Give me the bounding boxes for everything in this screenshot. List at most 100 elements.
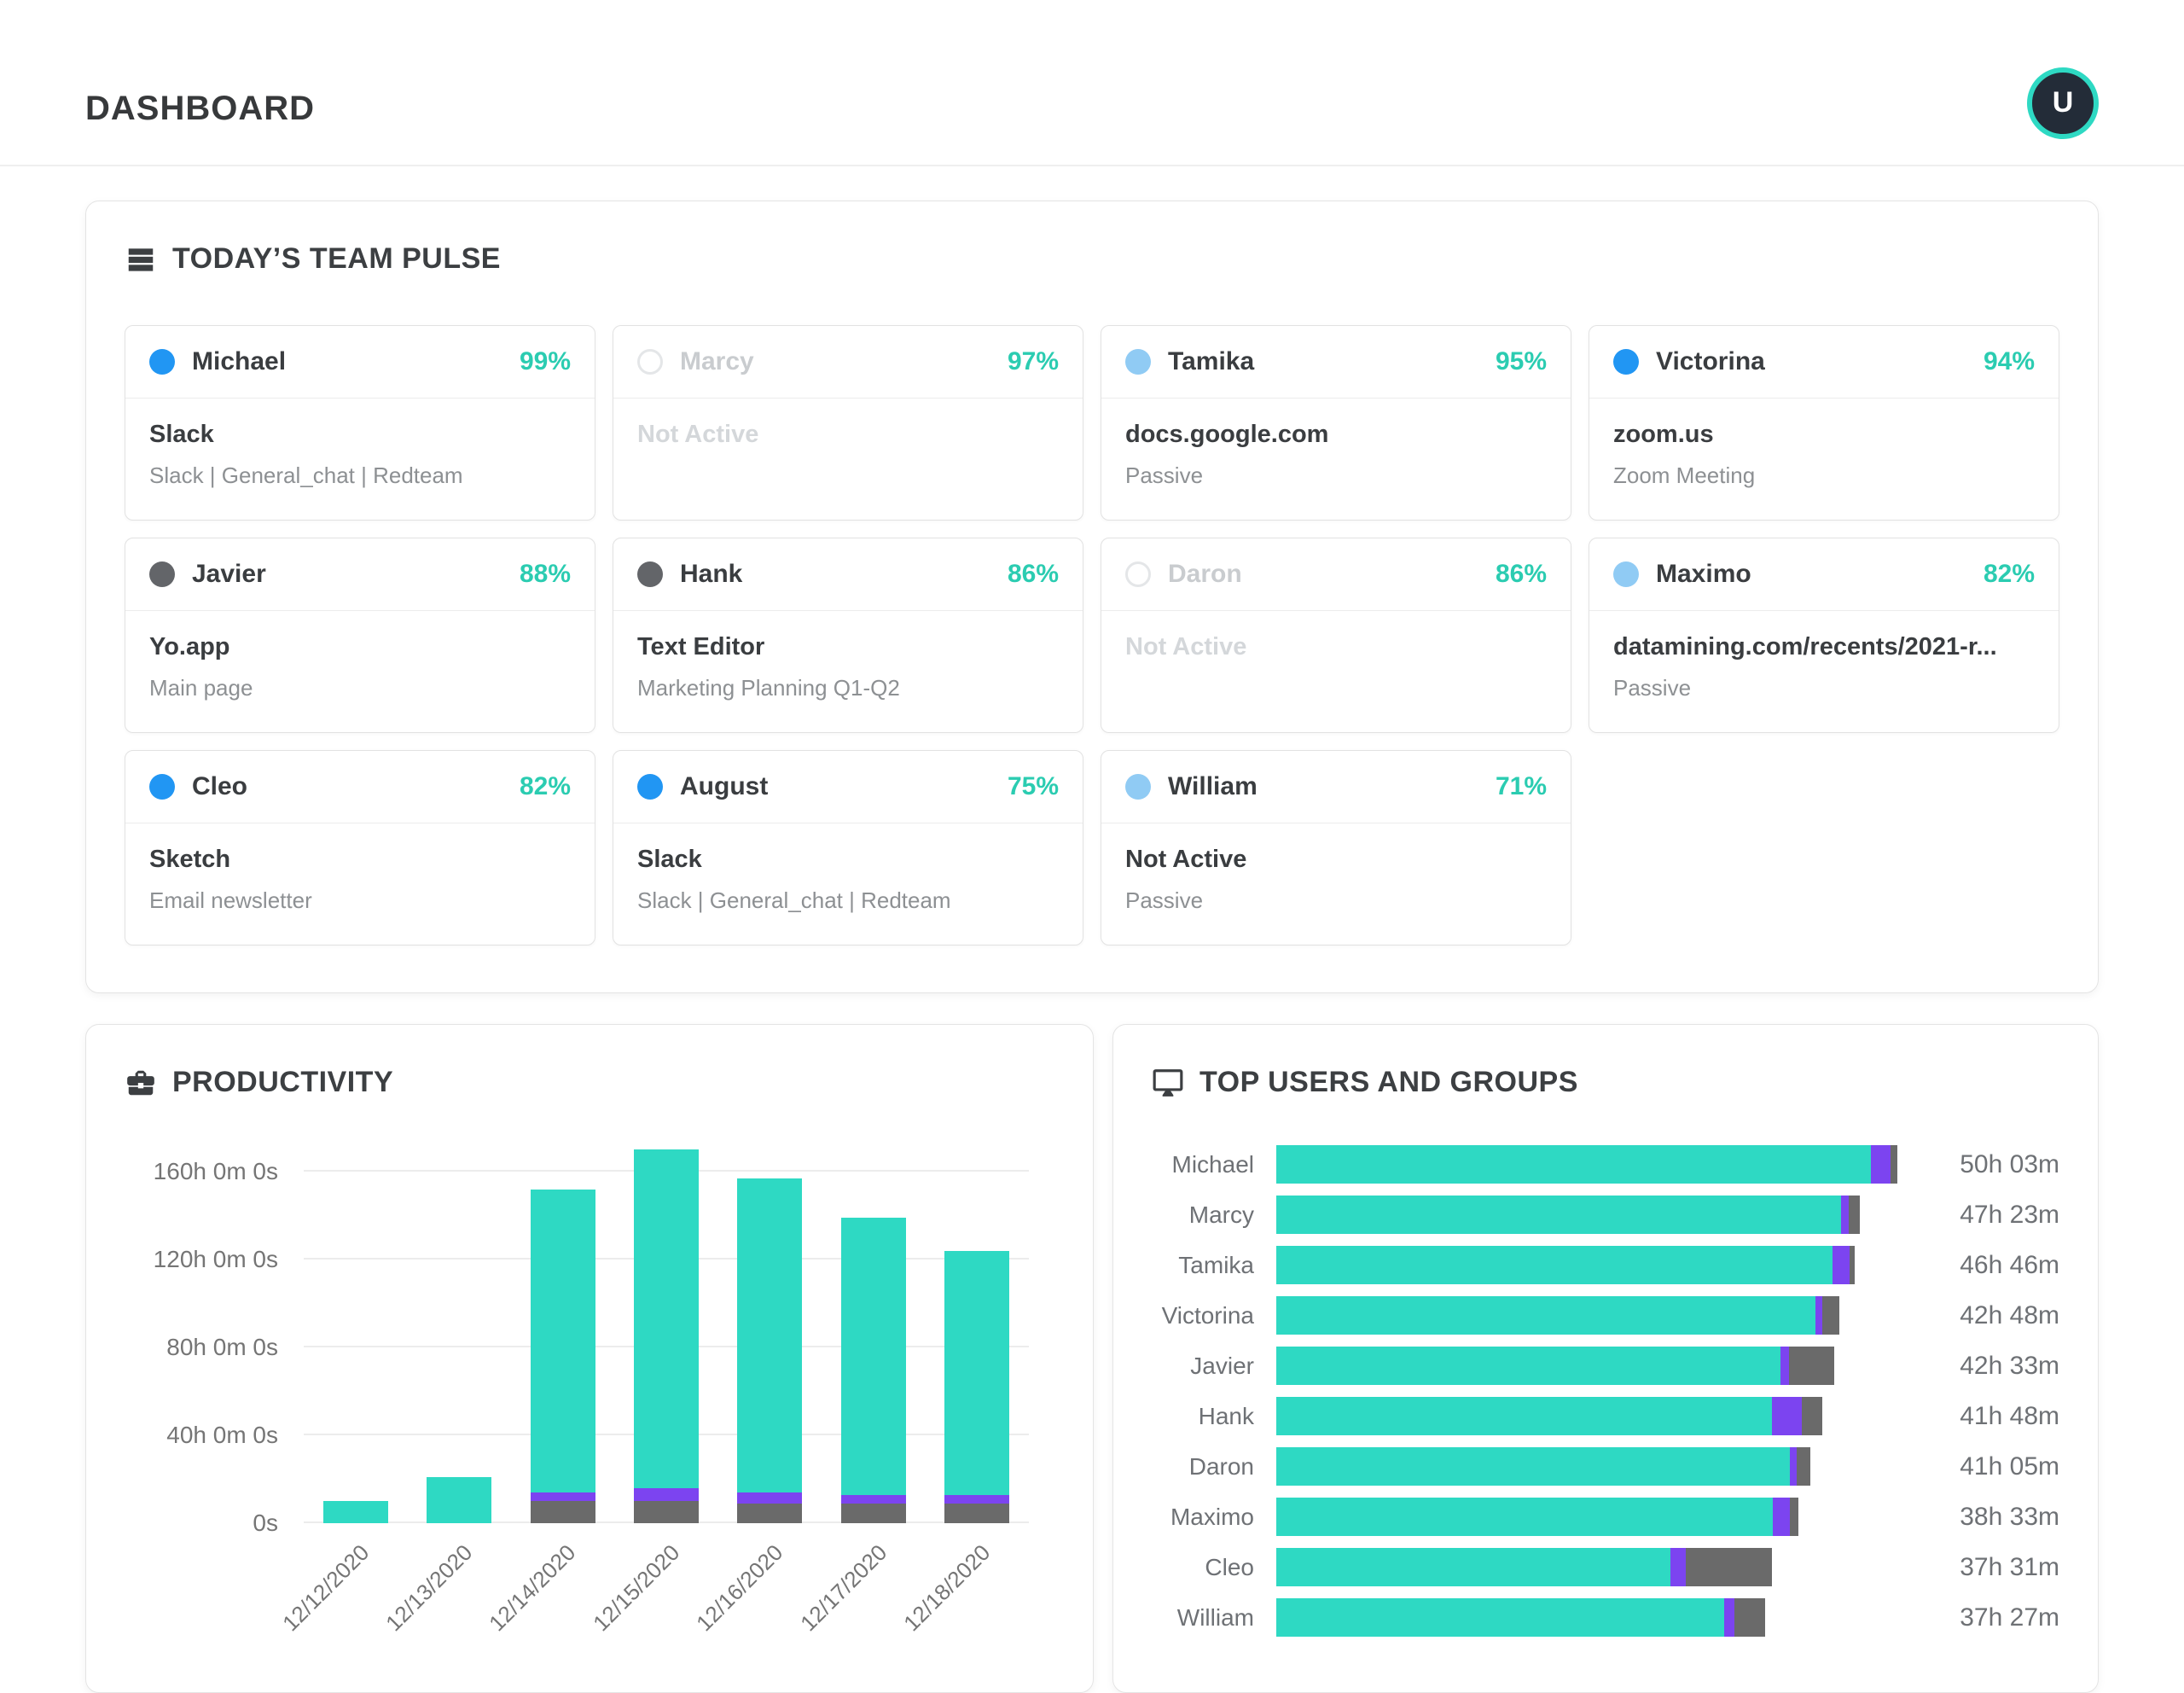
user-card-header: Javier 88% [125,538,595,611]
bar-segment-neutral [944,1494,1010,1504]
current-app: Slack [149,421,214,448]
user-card-body: Sketch Email newsletter [125,823,595,945]
x-axis-date-label: 12/12/2020 [276,1539,374,1637]
bar-segment-idle [1822,1296,1840,1335]
y-axis-tick-label: 0s [253,1510,278,1536]
user-card-body: zoom.us Zoom Meeting [1589,399,2059,520]
user-card-header: Marcy 97% [613,326,1083,399]
user-row-bar [1276,1196,1861,1234]
current-app-detail: Slack | General_chat | Redteam [149,463,463,488]
user-row-label: Javier [1190,1352,1254,1379]
user-row: Tamika 46h 46m [1152,1246,2059,1284]
user-row-label: Michael [1171,1150,1254,1178]
bar-segment-idle [1801,1397,1822,1435]
user-name: Michael [192,347,287,375]
bar-segment-neutral [530,1492,595,1502]
user-row-label: William [1176,1603,1254,1631]
user-row-bar-zone [1276,1296,1897,1335]
user-card: August 75% Slack Slack | General_chat | Red… [613,750,1083,945]
user-name: Victorina [1656,347,1765,375]
user-row-label: Cleo [1205,1553,1254,1580]
user-activity-percent: 86% [1007,560,1059,588]
user-row-bar-zone [1276,1498,1897,1536]
user-card-header: August 75% [613,751,1083,823]
presence-dot-outline-icon [637,349,663,375]
presence-dot-icon [1125,774,1151,800]
bar-segment-idle [840,1503,906,1523]
user-name: Javier [192,560,266,588]
bar-segment-neutral [1833,1246,1850,1284]
presence-dot-icon [1613,349,1639,375]
user-activity-percent: 71% [1495,772,1547,800]
x-axis-date-label: 12/14/2020 [484,1539,581,1637]
x-axis-date-label: 12/13/2020 [380,1539,478,1637]
bar-segment-idle [1789,1498,1798,1536]
bar-segment-idle [737,1503,803,1523]
user-card-header: Maximo 82% [1589,538,2059,611]
bar-segment-productive [1276,1145,1871,1184]
user-card: Cleo 82% Sketch Email newsletter [125,750,595,945]
bar-stack [633,1149,699,1523]
user-card: Victorina 94% zoom.us Zoom Meeting [1589,325,2059,521]
current-app-detail: Passive [1613,675,1692,701]
bar-segment-neutral [737,1492,803,1504]
user-row-time: 41h 05m [1960,1452,2059,1481]
current-app: docs.google.com [1125,421,1329,448]
current-app: Yo.app [149,633,230,660]
user-name: William [1168,772,1258,800]
user-card-body: Slack Slack | General_chat | Redteam [125,399,595,520]
bar-stack [322,1501,388,1523]
user-row: Hank 41h 48m [1152,1397,2059,1435]
user-row-bar-zone [1276,1598,1897,1637]
bar-segment-neutral [840,1494,906,1504]
user-row-time: 50h 03m [1960,1149,2059,1178]
user-row-time: 37h 27m [1960,1603,2059,1632]
user-row-time: 38h 33m [1960,1502,2059,1531]
user-row: Victorina 42h 48m [1152,1296,2059,1335]
user-card-header: Hank 86% [613,538,1083,611]
user-avatar-button[interactable]: U [2027,67,2099,139]
user-row-bar [1276,1347,1835,1385]
bar-segment-idle [1685,1548,1772,1586]
user-card-body: Not Active [613,399,1083,509]
bar-segment-neutral [633,1487,699,1502]
user-row: Javier 42h 33m [1152,1347,2059,1385]
avatar-initial: U [2052,86,2074,119]
user-card-header: Michael 99% [125,326,595,399]
productivity-bars [304,1137,1029,1523]
bar-segment-productive [1276,1498,1774,1536]
current-app: Slack [637,846,702,873]
user-card-header: Daron 86% [1101,538,1571,611]
productivity-header: PRODUCTIVITY [125,1066,1054,1099]
user-card: Maximo 82% datamining.com/recents/2021-r..… [1589,538,2059,733]
bar-stack [840,1218,906,1523]
user-row-bar-zone [1276,1196,1897,1234]
user-row-time: 46h 46m [1960,1250,2059,1279]
current-app-detail: Passive [1125,463,1204,488]
user-row-time: 47h 23m [1960,1200,2059,1229]
productivity-x-axis: 12/12/2020 12/13/2020 12/14/2020 12/15/2020… [276,1526,1029,1654]
current-app: Text Editor [637,633,765,660]
user-activity-percent: 82% [519,772,571,800]
presence-dot-icon [1125,349,1151,375]
current-app: Not Active [1125,633,1247,660]
bar-segment-productive [1276,1598,1724,1637]
bar-segment-productive [1276,1246,1833,1284]
bar-segment-productive [1276,1296,1815,1335]
current-app-detail: Passive [1125,887,1204,913]
user-row: Marcy 47h 23m [1152,1196,2059,1234]
y-axis-tick-label: 120h 0m 0s [153,1246,278,1272]
presence-dot-outline-icon [1125,561,1151,587]
user-row-time: 42h 48m [1960,1300,2059,1329]
bar-segment-idle [1797,1447,1811,1486]
user-card-body: datamining.com/recents/2021-r... Passive [1589,611,2059,732]
bar-segment-productive [1276,1196,1841,1234]
user-row-bar [1276,1498,1798,1536]
bar-segment-idle [1734,1598,1765,1637]
current-app-detail: Main page [149,675,253,701]
presence-dot-icon [1613,561,1639,587]
page-title: DASHBOARD [85,90,315,127]
user-card-body: docs.google.com Passive [1101,399,1571,520]
current-app-detail: Slack | General_chat | Redteam [637,887,951,913]
team-pulse-header: TODAY’S TEAM PULSE [125,242,2059,276]
